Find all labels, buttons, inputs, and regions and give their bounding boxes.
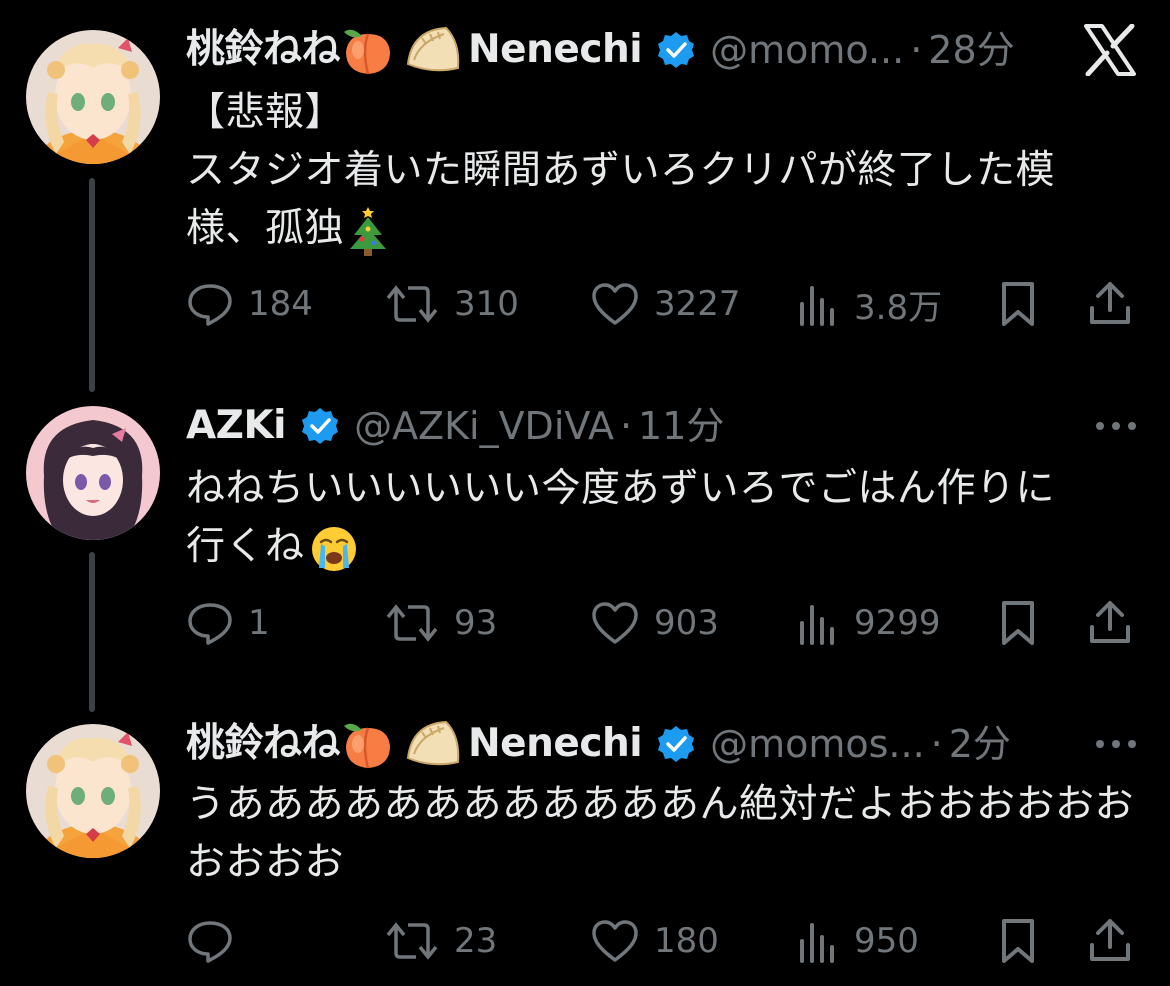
bookmark-icon: [1002, 282, 1034, 326]
christmas-tree-emoji: [350, 206, 387, 256]
tweet-text-line: ねねちいいいいいい今度あずいろでごはん作りに: [186, 466, 1056, 511]
like-button[interactable]: 903: [590, 593, 719, 653]
tweet-text: 【悲報】 スタジオ着いた瞬間あずいろクリパが終了した模 様、孤独: [186, 84, 1136, 258]
tweet-text-line: おおおお: [186, 840, 345, 885]
separator-dot: ·: [619, 404, 633, 448]
views-icon: [800, 923, 834, 963]
user-handle[interactable]: @momo...: [710, 22, 904, 78]
tweet-text-line: 様、孤独: [186, 200, 1136, 258]
share-button[interactable]: [1086, 911, 1134, 971]
tweet-text-line: うああああああああああああん絶対だよおおおおおお: [186, 782, 1135, 827]
tweet-thread: 桃鈴ねね Nenechi @momo... · 28分 【悲報】 スタジオ着いた…: [0, 0, 1170, 986]
views-button[interactable]: 3.8万: [796, 274, 942, 334]
share-icon: [1090, 601, 1130, 643]
verified-badge-icon: [302, 408, 339, 444]
display-name[interactable]: 桃鈴ねね: [186, 716, 341, 772]
separator-dot: ·: [930, 722, 943, 766]
repost-count: 93: [454, 603, 498, 643]
share-button[interactable]: [1086, 274, 1134, 334]
reply-icon: [188, 603, 232, 645]
like-icon: [592, 602, 638, 644]
peach-emoji: [344, 723, 391, 769]
verified-badge-icon: [658, 726, 695, 762]
dumpling-emoji: [406, 26, 460, 72]
display-name[interactable]: 桃鈴ねね: [186, 22, 341, 78]
repost-icon: [386, 604, 438, 642]
like-icon: [592, 920, 638, 962]
bookmark-icon: [1002, 919, 1034, 963]
like-count: 180: [654, 921, 719, 961]
tweet-text-line: スタジオ着いた瞬間あずいろクリパが終了した模: [186, 148, 1056, 193]
like-icon: [592, 283, 638, 325]
share-icon: [1090, 282, 1130, 324]
like-button[interactable]: 180: [590, 911, 719, 971]
display-name[interactable]: AZKi: [186, 398, 287, 454]
reply-button[interactable]: 184: [186, 274, 313, 334]
display-name-suffix[interactable]: Nenechi: [468, 22, 643, 78]
like-count: 903: [654, 603, 719, 643]
crying-face-emoji: [311, 526, 356, 571]
repost-count: 310: [454, 284, 519, 324]
tweet-actions: 1 93 903 9299: [186, 593, 1146, 653]
avatar-nene[interactable]: [26, 724, 160, 858]
user-handle[interactable]: @momos...: [710, 716, 925, 772]
reply-button[interactable]: [186, 911, 248, 971]
timestamp[interactable]: 2分: [949, 716, 1011, 772]
bookmark-icon: [1002, 601, 1034, 645]
bookmark-button[interactable]: [998, 593, 1038, 653]
views-icon: [800, 605, 834, 645]
display-name-suffix[interactable]: Nenechi: [468, 716, 643, 772]
tweet-text-line: 行くね: [186, 518, 1136, 576]
reply-icon: [188, 284, 232, 326]
reply-button[interactable]: 1: [186, 593, 270, 653]
like-count: 3227: [654, 284, 741, 324]
peach-emoji: [344, 29, 391, 75]
user-handle[interactable]: @AZKi_VDiVA: [354, 398, 614, 454]
tweet-text: ねねちいいいいいい今度あずいろでごはん作りに 行くね: [186, 460, 1136, 576]
view-count: 9299: [854, 603, 941, 643]
tweet-actions: 23 180 950: [186, 911, 1146, 971]
tweet-text-span: 様、孤独: [186, 206, 345, 251]
dumpling-emoji: [406, 720, 460, 766]
tweet-text-line: 【悲報】: [186, 90, 345, 135]
more-icon[interactable]: [1094, 736, 1138, 752]
verified-badge-icon: [658, 32, 695, 68]
views-button[interactable]: 950: [796, 911, 919, 971]
like-button[interactable]: 3227: [590, 274, 741, 334]
tweet-text-span: 行くね: [186, 524, 305, 569]
more-icon[interactable]: [1094, 418, 1138, 434]
x-logo-icon[interactable]: [1082, 24, 1138, 76]
view-count: 950: [854, 921, 919, 961]
reply-count: 184: [248, 284, 313, 324]
repost-button[interactable]: 310: [384, 274, 519, 334]
repost-button[interactable]: 23: [384, 911, 497, 971]
view-count: 3.8万: [854, 287, 943, 328]
bookmark-button[interactable]: [998, 274, 1038, 334]
reply-count: 1: [248, 603, 270, 643]
thread-connector: [89, 178, 95, 392]
tweet-text: うああああああああああああん絶対だよおおおおおお おおおお: [186, 776, 1136, 892]
share-icon: [1090, 919, 1130, 961]
repost-icon: [386, 922, 438, 960]
tweet-header: AZKi @AZKi_VDiVA · 11分: [186, 398, 724, 454]
views-button[interactable]: 9299: [796, 593, 941, 653]
reply-icon: [188, 921, 232, 963]
bookmark-button[interactable]: [998, 911, 1038, 971]
tweet-actions: 184 310 3227 3.8万: [186, 274, 1146, 334]
avatar-azki[interactable]: [26, 406, 160, 540]
views-icon: [800, 286, 834, 326]
repost-button[interactable]: 93: [384, 593, 497, 653]
thread-connector: [89, 552, 95, 712]
share-button[interactable]: [1086, 593, 1134, 653]
timestamp[interactable]: 28分: [928, 22, 1014, 78]
repost-icon: [386, 285, 438, 323]
timestamp[interactable]: 11分: [638, 398, 724, 454]
tweet-header: 桃鈴ねね Nenechi @momos... · 2分: [186, 716, 1011, 772]
tweet-header: 桃鈴ねね Nenechi @momo... · 28分: [186, 22, 1015, 78]
separator-dot: ·: [910, 28, 923, 72]
avatar-nene[interactable]: [26, 30, 160, 164]
repost-count: 23: [454, 921, 498, 961]
